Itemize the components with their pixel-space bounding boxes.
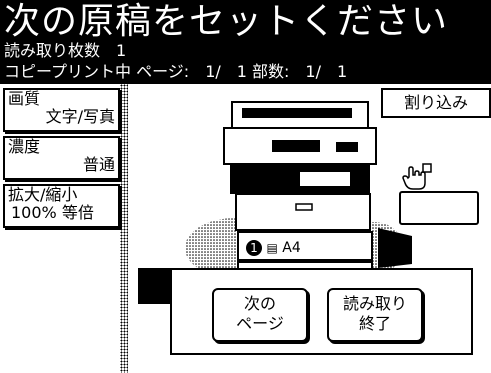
paper-tray-indicator: 1 ▤ A4: [243, 236, 371, 262]
next-page-label-line2: ページ: [236, 314, 284, 333]
blank-indicator-box: [399, 191, 479, 225]
scan-count-text: 読み取り枚数 1: [4, 41, 127, 60]
tray-number-badge: 1: [246, 240, 262, 256]
interrupt-button[interactable]: 割り込み: [381, 88, 491, 118]
next-page-button[interactable]: 次の ページ: [212, 288, 308, 342]
divider-pattern: [120, 84, 128, 373]
image-quality-button[interactable]: 画質 文字/写真: [3, 88, 120, 132]
tray-icon: ▤: [266, 241, 278, 255]
dialog-side-tab: [138, 268, 172, 304]
copy-status-text: コピープリント中 ページ: 1/ 1 部数: 1/ 1: [4, 62, 348, 81]
density-button[interactable]: 濃度 普通: [3, 136, 120, 180]
density-label: 濃度: [8, 137, 41, 156]
zoom-label: 拡大/縮小: [8, 185, 78, 204]
zoom-value: 100% 等倍: [11, 203, 94, 222]
next-page-label-line1: 次の: [243, 294, 276, 313]
image-quality-value: 文字/写真: [45, 107, 115, 126]
page-title: 次の原稿をセットください: [4, 1, 449, 42]
image-quality-label: 画質: [8, 89, 41, 108]
zoom-button[interactable]: 拡大/縮小 100% 等倍: [3, 184, 120, 228]
paper-size: A4: [282, 240, 301, 256]
density-value: 普通: [82, 155, 115, 174]
status-header: 次の原稿をセットください 読み取り枚数 1 コピープリント中 ページ: 1/ 1…: [0, 0, 491, 84]
finish-label-line2: 終了: [358, 314, 391, 333]
interrupt-label: 割り込み: [403, 93, 468, 112]
finish-label-line1: 読み取り: [342, 294, 407, 313]
next-original-dialog: 次の ページ 読み取り 終了: [170, 268, 473, 355]
hand-pointer-icon: [402, 163, 432, 190]
finish-scan-button[interactable]: 読み取り 終了: [327, 288, 423, 342]
